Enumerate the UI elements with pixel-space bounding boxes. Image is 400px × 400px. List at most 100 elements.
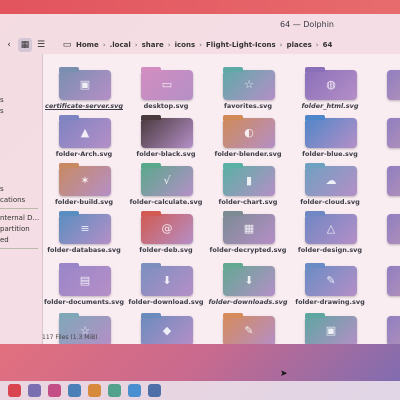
file-item[interactable]: ⬇ folder-downloads.svg: [207, 260, 289, 312]
breadcrumb-item[interactable]: icons: [175, 41, 196, 49]
file-name: desktop.svg: [143, 102, 189, 110]
file-name: folder-chart.svg: [218, 198, 278, 206]
breadcrumb-item[interactable]: 64: [323, 41, 333, 49]
breadcrumb-item[interactable]: .local: [110, 41, 131, 49]
file-name: folder-deb.svg: [139, 246, 193, 254]
file-name: folder-blue.svg: [302, 150, 358, 158]
breadcrumb: Home › .local › share › icons › Flight-Light-Ico…: [76, 36, 336, 54]
file-name: folder-database.svg: [47, 246, 121, 254]
folder-icon: ⬇: [141, 263, 193, 296]
file-name: folder_html.svg: [301, 102, 359, 110]
file-name: certificate-server.svg: [44, 102, 123, 110]
file-item[interactable]: ▮ folder-chart.svg: [207, 160, 289, 212]
file-item[interactable]: ▲ folder-Arch.svg: [43, 112, 125, 164]
file-item[interactable]: ☁ folder-cloud.svg: [289, 160, 371, 212]
file-item[interactable]: √ folder-calculate.svg: [125, 160, 207, 212]
file-name: folder-Arch.svg: [55, 150, 113, 158]
file-name: folder-decrypted.svg: [209, 246, 287, 254]
sidebar-item[interactable]: cations: [0, 196, 40, 204]
file-item[interactable]: folder-blue.svg: [289, 112, 371, 164]
sidebar-item[interactable]: s: [0, 96, 40, 104]
breadcrumb-separator-icon: ›: [315, 41, 319, 49]
file-item[interactable]: folder-black.svg: [125, 112, 207, 164]
file-item[interactable]: ⬇ folder-download.svg: [125, 260, 207, 312]
breadcrumb-separator-icon: ›: [134, 41, 138, 49]
taskbar-app-icon[interactable]: [128, 384, 141, 397]
file-item-partial[interactable]: [371, 208, 400, 260]
folder-glyph-icon: ◐: [244, 126, 254, 139]
status-bar: 117 Files (1.3 MiB): [42, 332, 400, 344]
sidebar-item[interactable]: s: [0, 107, 40, 115]
folder-icon: ◐: [223, 115, 275, 148]
places-sidebar: s s s cations nternal D... partition ed: [0, 54, 40, 344]
navigate-back-icon[interactable]: ‹: [2, 38, 16, 52]
folder-glyph-icon: ✶: [80, 174, 90, 187]
taskbar-app-icon[interactable]: [28, 384, 41, 397]
desktop-top-strip: [0, 0, 400, 14]
window-title: 64 — Dolphin: [280, 20, 334, 29]
file-name: folder-download.svg: [128, 298, 204, 306]
folder-icon: ▣: [59, 67, 111, 100]
folder-glyph-icon: ⬇: [162, 274, 172, 287]
breadcrumb-item[interactable]: Home: [76, 41, 99, 49]
sidebar-item[interactable]: partition: [0, 225, 40, 233]
details-view-icon[interactable]: ☰: [34, 38, 48, 52]
folder-icon: [387, 266, 400, 296]
folder-icon: [387, 166, 400, 196]
breadcrumb-separator-icon: ›: [167, 41, 171, 49]
file-name: folder-black.svg: [136, 150, 196, 158]
file-item[interactable]: ◐ folder-blender.svg: [207, 112, 289, 164]
folder-glyph-icon: ≡: [80, 222, 90, 235]
file-grid: ▣ certificate-server.svg ▭ desktop.svg ☆ favo…: [42, 54, 400, 344]
taskbar-app-icon[interactable]: [148, 384, 161, 397]
breadcrumb-separator-icon: ›: [199, 41, 203, 49]
taskbar-app-icon[interactable]: [108, 384, 121, 397]
file-item[interactable]: ▭ desktop.svg: [125, 64, 207, 116]
breadcrumb-item[interactable]: Flight-Light-Icons: [206, 41, 276, 49]
folder-glyph-icon: [141, 118, 193, 148]
file-item[interactable]: ✶ folder-build.svg: [43, 160, 125, 212]
dolphin-window: 64 — Dolphin ‹ ▦ ☰ ▭ Home › .local › share › i…: [0, 14, 400, 344]
folder-icon[interactable]: ▭: [60, 38, 74, 52]
sidebar-item[interactable]: s: [0, 185, 40, 193]
folder-icon: @: [141, 211, 193, 244]
breadcrumb-separator-icon: ›: [102, 41, 106, 49]
taskbar: [0, 381, 400, 400]
sidebar-item[interactable]: ed: [0, 236, 40, 244]
folder-icon: ✎: [305, 263, 357, 296]
file-item-partial[interactable]: [371, 112, 400, 164]
sidebar-item[interactable]: nternal D...: [0, 214, 40, 222]
window-title-bar: 64 — Dolphin: [0, 14, 400, 36]
taskbar-app-icon[interactable]: [48, 384, 61, 397]
file-item[interactable]: @ folder-deb.svg: [125, 208, 207, 260]
file-item[interactable]: ◍ folder_html.svg: [289, 64, 371, 116]
folder-icon: ⬇: [223, 263, 275, 296]
folder-glyph-icon: ▦: [243, 222, 255, 235]
folder-glyph-icon: △: [326, 222, 336, 235]
breadcrumb-item[interactable]: share: [142, 41, 164, 49]
file-item[interactable]: △ folder-design.svg: [289, 208, 371, 260]
file-item[interactable]: ✎ folder-drawing.svg: [289, 260, 371, 312]
file-item[interactable]: ▤ folder-documents.svg: [43, 260, 125, 312]
folder-icon: ≡: [59, 211, 111, 244]
folder-icon: √: [141, 163, 193, 196]
file-item-partial[interactable]: [371, 64, 400, 116]
file-item-partial[interactable]: [371, 260, 400, 312]
icons-view-icon[interactable]: ▦: [18, 38, 32, 52]
taskbar-app-icon[interactable]: [8, 384, 21, 397]
folder-glyph-icon: √: [163, 174, 171, 187]
file-item[interactable]: ▣ certificate-server.svg: [43, 64, 125, 116]
breadcrumb-item[interactable]: places: [287, 41, 312, 49]
folder-icon: △: [305, 211, 357, 244]
folder-glyph-icon: ▲: [80, 126, 90, 139]
folder-glyph-icon: ☁: [325, 174, 337, 187]
taskbar-app-icon[interactable]: [88, 384, 101, 397]
file-item[interactable]: ▦ folder-decrypted.svg: [207, 208, 289, 260]
folder-glyph-icon: ▤: [79, 274, 91, 287]
file-name: folder-documents.svg: [43, 298, 125, 306]
taskbar-app-icon[interactable]: [68, 384, 81, 397]
file-item[interactable]: ☆ favorites.svg: [207, 64, 289, 116]
file-item-partial[interactable]: [371, 160, 400, 212]
file-item[interactable]: ≡ folder-database.svg: [43, 208, 125, 260]
folder-icon: ✶: [59, 163, 111, 196]
